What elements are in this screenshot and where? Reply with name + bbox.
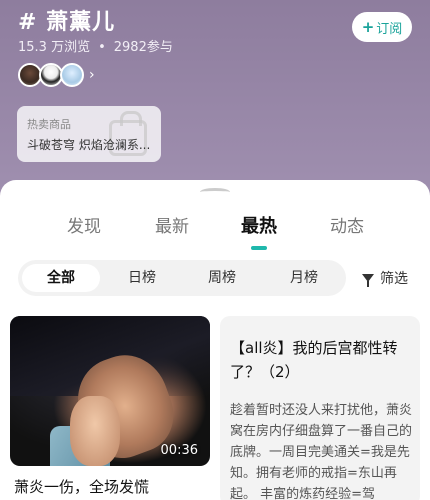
topic-title: # 萧薰儿: [18, 10, 116, 35]
hot-goods-card[interactable]: 热卖商品 斗破苍穹 炽焰沧澜系...: [17, 106, 161, 162]
topic-header: # 萧薰儿 15.3 万浏览 • 2982参与 + 订阅 › 热卖商品 斗破苍穹 炽…: [0, 0, 430, 200]
views-count: 15.3 万浏览: [18, 40, 91, 55]
text-post-card[interactable]: 【all炎】我的后宫都性转了？（2） 趁着暂时还没人来打扰他，萧炎窝在房内仔细盘…: [220, 316, 420, 500]
funnel-icon: [362, 274, 374, 287]
filter-weekly[interactable]: 周榜: [190, 264, 254, 292]
tab-latest[interactable]: 最新: [155, 212, 189, 237]
participant-avatars[interactable]: ›: [18, 62, 95, 88]
participants-count: 2982参与: [113, 40, 173, 55]
filter-button[interactable]: 筛选: [362, 268, 408, 288]
video-card-title[interactable]: 萧炎一伤，全场发慌: [14, 476, 149, 497]
ranking-filter-bar: 全部 日榜 周榜 月榜: [18, 260, 346, 296]
thumbnail-hand: [70, 396, 120, 466]
tab-updates[interactable]: 动态: [330, 212, 364, 237]
feed-tabs: 发现 最新 最热 动态: [0, 212, 430, 252]
filter-daily[interactable]: 日榜: [110, 264, 174, 292]
active-tab-indicator: [251, 246, 267, 250]
avatar: [60, 63, 84, 87]
video-duration: 00:36: [160, 443, 198, 458]
topic-stats: 15.3 万浏览 • 2982参与: [18, 36, 173, 55]
video-card[interactable]: 00:36: [10, 316, 210, 466]
subscribe-label: 订阅: [376, 21, 403, 37]
content-sheet: 发现 最新 最热 动态 全部 日榜 周榜 月榜 筛选 00:36 萧炎一伤，全场…: [0, 180, 430, 500]
hot-goods-label: 热卖商品: [27, 118, 71, 131]
tab-hottest[interactable]: 最热: [241, 212, 277, 238]
sheet-handle-icon[interactable]: [200, 188, 230, 196]
filter-monthly[interactable]: 月榜: [272, 264, 336, 292]
subscribe-button[interactable]: + 订阅: [352, 12, 412, 42]
filter-button-label: 筛选: [380, 271, 408, 287]
stats-separator: •: [98, 40, 106, 55]
filter-all[interactable]: 全部: [22, 264, 100, 292]
plus-icon: +: [361, 18, 375, 36]
chevron-right-icon: ›: [89, 67, 95, 83]
hot-goods-items: 斗破苍穹 炽焰沧澜系...: [27, 138, 151, 152]
tab-discover[interactable]: 发现: [67, 212, 101, 237]
text-post-title: 【all炎】我的后宫都性转了？（2）: [230, 339, 398, 381]
text-post-excerpt: 趁着暂时还没人来打扰他，萧炎窝在房内仔细盘算了一番自己的底牌。一周目完美通关=我…: [230, 403, 413, 500]
